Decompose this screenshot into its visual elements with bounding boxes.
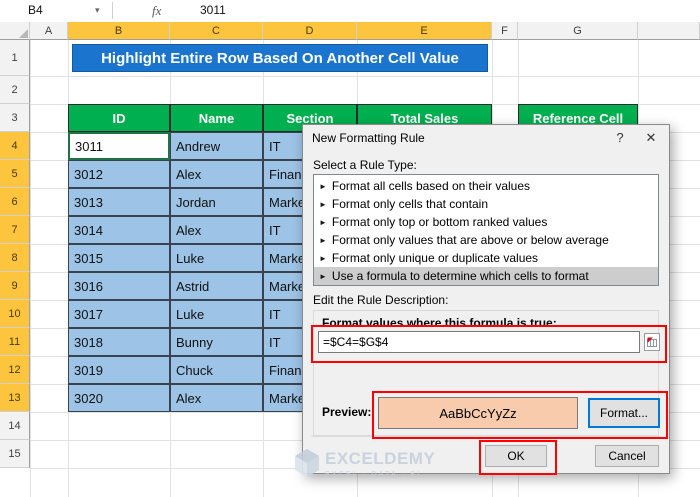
row-header-1[interactable]: 1: [0, 40, 30, 76]
rule-description-group: Format values where this formula is true…: [311, 310, 668, 439]
rule-type-label: Format only unique or duplicate values: [331, 251, 539, 265]
arrow-icon: ►: [319, 217, 327, 227]
row-header-14[interactable]: 14: [0, 412, 30, 440]
row-header-13[interactable]: 13: [0, 384, 30, 412]
row-header-2[interactable]: 2: [0, 76, 30, 104]
table-header-id[interactable]: ID: [68, 104, 170, 132]
formula-bar-input[interactable]: 3011: [200, 0, 226, 21]
row-header-12[interactable]: 12: [0, 356, 30, 384]
watermark-brand: EXCELDEMY: [325, 449, 436, 468]
rule-type-option-contain[interactable]: ► Format only cells that contain: [314, 195, 658, 213]
row-header-8[interactable]: 8: [0, 244, 30, 272]
cell-b9[interactable]: 3016: [68, 272, 170, 300]
cell-b11[interactable]: 3018: [68, 328, 170, 356]
cell-c9[interactable]: Astrid: [170, 272, 263, 300]
row-header-7[interactable]: 7: [0, 216, 30, 244]
row-header-15[interactable]: 15: [0, 440, 30, 468]
table-header-name[interactable]: Name: [170, 104, 263, 132]
name-box-dropdown-icon[interactable]: ▾: [95, 0, 100, 21]
preview-label: Preview:: [322, 405, 372, 419]
cell-c6[interactable]: Jordan: [170, 188, 263, 216]
cell-c4[interactable]: Andrew: [170, 132, 263, 160]
select-rule-type-label: Select a Rule Type:: [313, 158, 417, 172]
gridline: [30, 40, 31, 497]
rule-type-option-values[interactable]: ► Format all cells based on their values: [314, 177, 658, 195]
gridline: [30, 76, 700, 77]
dialog-title: New Formatting Rule: [312, 131, 425, 145]
column-header-c[interactable]: C: [170, 22, 263, 40]
cell-b8[interactable]: 3015: [68, 244, 170, 272]
rule-type-label: Format only values that are above or bel…: [331, 233, 609, 247]
range-picker-icon[interactable]: [644, 333, 660, 351]
column-header-d[interactable]: D: [263, 22, 357, 40]
cell-c5[interactable]: Alex: [170, 160, 263, 188]
dialog-titlebar[interactable]: New Formatting Rule ? ✕: [303, 125, 669, 151]
column-header-e[interactable]: E: [357, 22, 492, 40]
cell-c7[interactable]: Alex: [170, 216, 263, 244]
rule-type-label: Use a formula to determine which cells t…: [331, 269, 589, 283]
arrow-icon: ►: [319, 253, 327, 263]
column-header-f[interactable]: F: [492, 22, 518, 40]
cell-b5[interactable]: 3012: [68, 160, 170, 188]
help-button[interactable]: ?: [607, 128, 633, 148]
cell-b10[interactable]: 3017: [68, 300, 170, 328]
name-box-value: B4: [28, 3, 43, 17]
cell-b6[interactable]: 3013: [68, 188, 170, 216]
column-header-blank[interactable]: [638, 22, 700, 40]
rule-type-option-average[interactable]: ► Format only values that are above or b…: [314, 231, 658, 249]
watermark: EXCELDEMY EXCEL · DATA · BI: [295, 449, 435, 478]
formula-bar-divider: [112, 2, 113, 19]
dialog-separator: [311, 436, 661, 437]
cell-b7[interactable]: 3014: [68, 216, 170, 244]
rule-type-label: Format only cells that contain: [331, 197, 488, 211]
arrow-icon: ►: [319, 271, 327, 281]
cell-c11[interactable]: Bunny: [170, 328, 263, 356]
arrow-icon: ►: [319, 199, 327, 209]
column-header-b[interactable]: B: [68, 22, 170, 40]
select-all-triangle-icon: [19, 29, 28, 38]
rule-type-option-ranked[interactable]: ► Format only top or bottom ranked value…: [314, 213, 658, 231]
formula-bar-row: B4 ▾ fx 3011: [0, 0, 700, 23]
excel-window: B4 ▾ fx 3011 A B C D E F G 1 2 3 4 5 6 7…: [0, 0, 700, 497]
cancel-button[interactable]: Cancel: [595, 445, 659, 467]
exceldemy-logo-icon: [295, 449, 319, 477]
ok-button[interactable]: OK: [485, 445, 547, 467]
rule-type-label: Format all cells based on their values: [331, 179, 531, 193]
rule-type-option-unique[interactable]: ► Format only unique or duplicate values: [314, 249, 658, 267]
preview-box: AaBbCcYyZz: [378, 397, 578, 429]
title-banner: Highlight Entire Row Based On Another Ce…: [72, 44, 488, 72]
arrow-icon: ►: [319, 181, 327, 191]
cell-b4[interactable]: 3011: [68, 132, 170, 160]
row-header-5[interactable]: 5: [0, 160, 30, 188]
watermark-tagline: EXCEL · DATA · BI: [325, 471, 422, 478]
cell-b12[interactable]: 3019: [68, 356, 170, 384]
column-header-g[interactable]: G: [518, 22, 638, 40]
rule-type-list: ► Format all cells based on their values…: [313, 174, 659, 286]
row-header-10[interactable]: 10: [0, 300, 30, 328]
format-button[interactable]: Format...: [588, 398, 660, 428]
select-all-corner[interactable]: [0, 22, 30, 40]
cell-c8[interactable]: Luke: [170, 244, 263, 272]
rule-type-label: Format only top or bottom ranked values: [331, 215, 548, 229]
cell-c12[interactable]: Chuck: [170, 356, 263, 384]
new-formatting-rule-dialog: New Formatting Rule ? ✕ Select a Rule Ty…: [302, 124, 670, 475]
rule-type-option-formula[interactable]: ► Use a formula to determine which cells…: [314, 267, 658, 285]
name-box[interactable]: B4: [0, 0, 138, 21]
row-header-9[interactable]: 9: [0, 272, 30, 300]
fx-icon[interactable]: fx: [152, 0, 161, 21]
formula-prompt-label: Format values where this formula is true…: [322, 316, 557, 330]
column-header-a[interactable]: A: [30, 22, 68, 40]
edit-description-label: Edit the Rule Description:: [313, 293, 449, 307]
row-header-6[interactable]: 6: [0, 188, 30, 216]
row-header-11[interactable]: 11: [0, 328, 30, 356]
cell-c10[interactable]: Luke: [170, 300, 263, 328]
row-header-4[interactable]: 4: [0, 132, 30, 160]
formula-input[interactable]: =$C4=$G$4: [318, 331, 640, 353]
row-header-3[interactable]: 3: [0, 104, 30, 132]
close-button[interactable]: ✕: [638, 128, 664, 148]
arrow-icon: ►: [319, 235, 327, 245]
cell-c13[interactable]: Alex: [170, 384, 263, 412]
cell-b13[interactable]: 3020: [68, 384, 170, 412]
